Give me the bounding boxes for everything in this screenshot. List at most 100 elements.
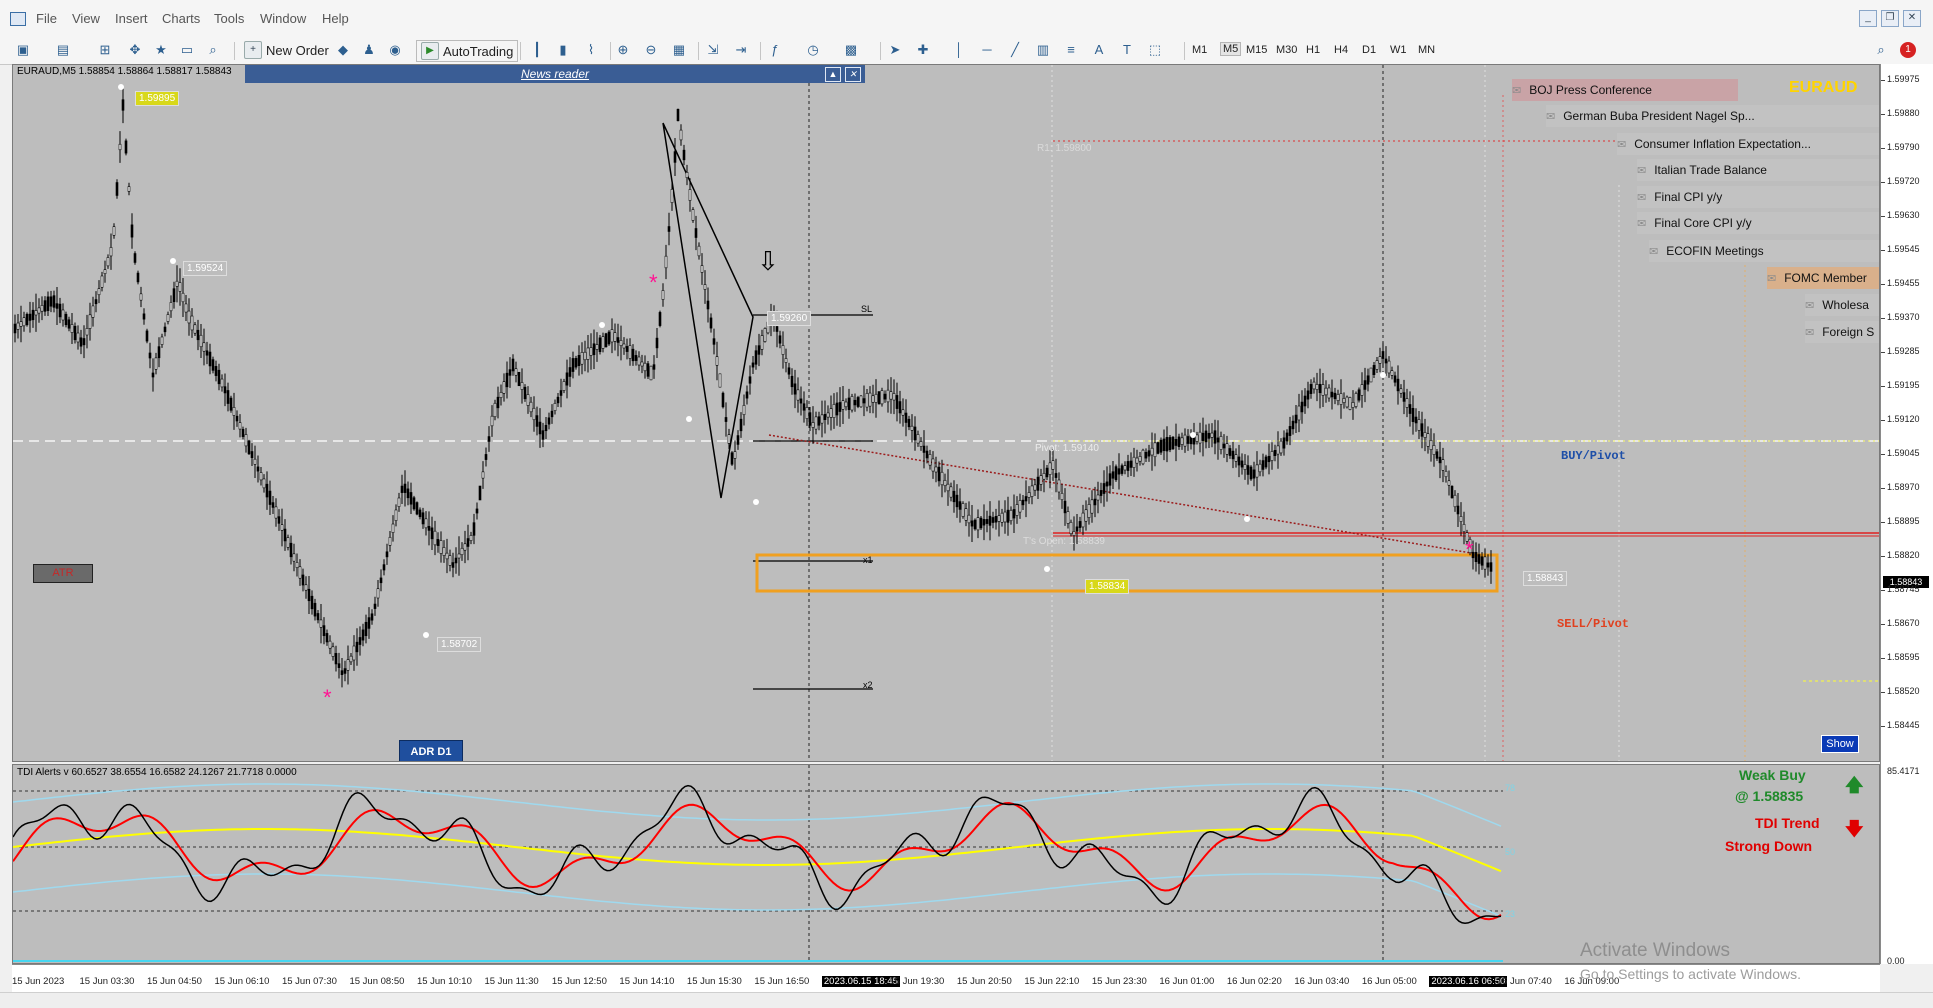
news-event-row[interactable]: ✉ Foreign S [1805, 321, 1879, 343]
terminal-icon[interactable]: ▭ [178, 42, 196, 58]
news-event-row[interactable]: ✉ Final Core CPI y/y [1637, 212, 1879, 234]
crosshair-icon[interactable]: ✚ [914, 42, 932, 58]
candle-body [115, 182, 119, 196]
fibonacci-icon[interactable]: ≡ [1062, 42, 1080, 58]
candlestick-icon[interactable]: ▮ [554, 42, 572, 58]
menu-charts[interactable]: Charts [162, 11, 200, 26]
tf-m30[interactable]: M30 [1276, 44, 1297, 56]
metaeditor-icon[interactable]: ◆ [334, 42, 352, 58]
text-icon[interactable]: A [1090, 42, 1108, 58]
tdi-indicator-window[interactable]: TDI Alerts v 60.6527 38.6554 16.6582 24.… [12, 764, 1880, 964]
channel-icon[interactable]: ▥ [1034, 42, 1052, 58]
candle-body [109, 247, 113, 257]
candle-body [694, 228, 698, 238]
close-icon[interactable]: ✕ [1903, 10, 1921, 27]
menu-file[interactable]: File [36, 11, 57, 26]
candle-body [1366, 375, 1370, 385]
collapse-icon[interactable]: ▲ [825, 67, 841, 82]
candle-body [1267, 455, 1271, 463]
autotrading-label: AutoTrading [443, 43, 514, 59]
candle-body [937, 466, 941, 482]
news-reader-bar[interactable]: News reader ▲ ✕ [245, 65, 865, 83]
news-event-row[interactable]: ✉ FOMC Member [1767, 267, 1879, 289]
show-button[interactable]: Show [1821, 735, 1859, 753]
text-label-icon[interactable]: T [1118, 42, 1136, 58]
market-icon[interactable]: ◉ [386, 42, 404, 58]
menu-window[interactable]: Window [260, 11, 306, 26]
tile-windows-icon[interactable]: ▦ [670, 42, 688, 58]
restore-icon[interactable]: ❐ [1881, 10, 1899, 27]
candle-body [337, 663, 341, 668]
price-axis-tick [1881, 284, 1885, 285]
search-icon[interactable]: ⌕ [1872, 42, 1890, 58]
chart-shift-icon[interactable]: ⇥ [732, 42, 750, 58]
news-event-row[interactable]: ✉ German Buba President Nagel Sp... [1546, 105, 1879, 127]
tf-m15[interactable]: M15 [1246, 44, 1267, 56]
candle-body [667, 226, 671, 232]
horizontal-line-icon[interactable]: ─ [978, 42, 996, 58]
templates-icon[interactable]: ▩ [842, 42, 860, 58]
price-axis-label: 1.59370 [1887, 312, 1920, 322]
candle-body [1210, 432, 1214, 438]
tf-h1[interactable]: H1 [1306, 44, 1320, 56]
price-axis-tick [1881, 420, 1885, 421]
indicators-icon[interactable]: ƒ [766, 42, 784, 58]
autotrading-button[interactable]: ▶ AutoTrading [416, 40, 519, 62]
adr-indicator[interactable]: ADR D1 [399, 740, 463, 761]
candle-body [1075, 526, 1079, 532]
news-event-row[interactable]: ✉ Wholesa [1805, 294, 1879, 316]
menu-view[interactable]: View [72, 11, 100, 26]
navigator-icon[interactable]: ★ [152, 42, 170, 58]
new-order-button[interactable]: + New Order [244, 40, 329, 60]
line-chart-icon[interactable]: ⌇ [582, 42, 600, 58]
candle-body [1171, 436, 1175, 450]
profiles-icon[interactable]: ▤ [54, 42, 72, 58]
menu-tools[interactable]: Tools [214, 11, 244, 26]
zoom-in-icon[interactable]: ⊕ [614, 42, 632, 58]
zoom-out-icon[interactable]: ⊖ [642, 42, 660, 58]
tf-d1[interactable]: D1 [1362, 44, 1376, 56]
activation-watermark-sub: Go to Settings to activate Windows. [1580, 966, 1801, 982]
price-axis[interactable]: 85.4171 0.00 1.58843 1.59975 1.59880 1.597… [1880, 64, 1933, 966]
price-axis-label: 1.58520 [1887, 686, 1920, 696]
tf-mn[interactable]: MN [1418, 44, 1435, 56]
news-event-row[interactable]: ✉ Italian Trade Balance [1637, 159, 1879, 181]
autoscroll-icon[interactable]: ⇲ [704, 42, 722, 58]
news-event-row[interactable]: ✉ ECOFIN Meetings [1649, 240, 1879, 262]
bar-chart-icon[interactable]: ┃ [528, 42, 546, 58]
tf-w1[interactable]: W1 [1390, 44, 1407, 56]
strategy-tester-icon[interactable]: ⌕ [204, 42, 222, 58]
news-event-row[interactable]: ✉ BOJ Press Conference [1512, 79, 1738, 101]
news-event-row[interactable]: ✉ Final CPI y/y [1637, 186, 1879, 208]
tf-m1[interactable]: M1 [1192, 44, 1207, 56]
candle-body [820, 414, 824, 424]
atr-indicator[interactable]: ATR [33, 564, 93, 583]
vertical-line-icon[interactable]: │ [950, 42, 968, 58]
periods-icon[interactable]: ◷ [804, 42, 822, 58]
shapes-icon[interactable]: ⬚ [1146, 42, 1164, 58]
tf-h4[interactable]: H4 [1334, 44, 1348, 56]
trendline-icon[interactable]: ╱ [1006, 42, 1024, 58]
tf-m5[interactable]: M5 [1220, 42, 1242, 56]
candle-body [1255, 464, 1259, 478]
swing-point-marker [1190, 432, 1196, 438]
app-icon [10, 12, 26, 26]
candle-body [883, 393, 887, 400]
data-window-icon[interactable]: ✥ [126, 42, 144, 58]
minimize-icon[interactable]: _ [1859, 10, 1877, 27]
menu-help[interactable]: Help [322, 11, 349, 26]
candle-body [343, 668, 347, 674]
candle-body [511, 358, 515, 372]
candle-body [478, 485, 482, 501]
candle-body [583, 351, 587, 361]
new-chart-icon[interactable]: ▣ [14, 42, 32, 58]
menu-insert[interactable]: Insert [115, 11, 148, 26]
signals-icon[interactable]: ♟ [360, 42, 378, 58]
market-watch-icon[interactable]: ⊞ [96, 42, 114, 58]
close-news-icon[interactable]: ✕ [845, 67, 861, 82]
cursor-icon[interactable]: ➤ [886, 42, 904, 58]
price-chart[interactable]: * * * ⇩ EURAUD,M5 1.58854 1.58864 1.58817 1… [12, 64, 1880, 762]
news-event-row[interactable]: ✉ Consumer Inflation Expectation... [1617, 133, 1879, 155]
notification-badge[interactable]: 1 [1900, 42, 1916, 58]
price-axis-tick [1881, 216, 1885, 217]
